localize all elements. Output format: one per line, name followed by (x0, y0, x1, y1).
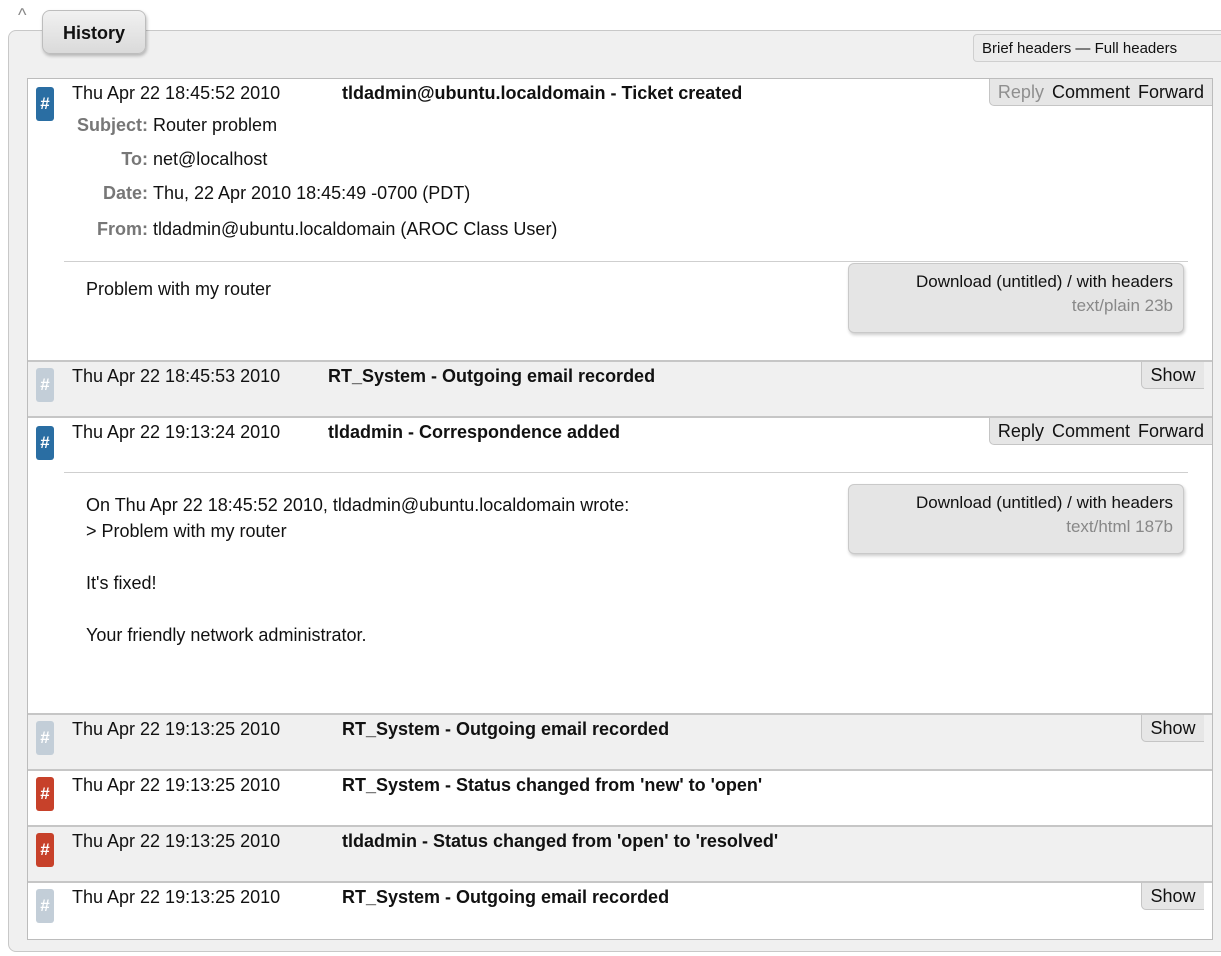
transaction-timestamp: Thu Apr 22 19:13:25 2010 (72, 887, 281, 907)
header-divider (64, 472, 1188, 473)
transaction-actions: Reply Comment Forward (988, 79, 1212, 106)
transaction-description: RT_System - Outgoing email recorded (342, 887, 670, 907)
transaction-badge-icon[interactable]: # (36, 889, 54, 923)
header-from: From: tldadmin@ubuntu.localdomain (AROC C… (0, 219, 557, 240)
transaction-timestamp: Thu Apr 22 19:13:25 2010 (72, 719, 281, 739)
transaction-correspondence: # Thu Apr 22 19:13:24 2010 tldadmin - Co… (28, 418, 1212, 715)
show-button[interactable]: Show (1141, 883, 1204, 910)
header-value: net@localhost (153, 149, 268, 169)
attachment-meta: text/html 187b (1066, 517, 1173, 536)
header-to: To: net@localhost (0, 149, 267, 170)
header-date: Date: Thu, 22 Apr 2010 18:45:49 -0700 (PD… (0, 183, 470, 204)
header-value: Thu, 22 Apr 2010 18:45:49 -0700 (PDT) (153, 183, 471, 203)
transaction-description: tldadmin - Status changed from 'open' to… (342, 831, 779, 851)
history-tab[interactable]: History (42, 10, 146, 54)
header-toggle: Brief headers — Full headers (973, 34, 1221, 62)
transaction-badge-icon[interactable]: # (36, 426, 54, 460)
comment-button[interactable]: Comment (1048, 79, 1134, 105)
download-link[interactable]: Download (untitled) / with headers (849, 270, 1173, 294)
show-button[interactable]: Show (1141, 362, 1204, 389)
transaction-outgoing-email: # Thu Apr 22 19:13:25 2010 RT_System - O… (28, 715, 1212, 771)
transaction-actions: Reply Comment Forward (988, 418, 1212, 445)
transaction-description: RT_System - Outgoing email recorded (342, 719, 670, 739)
transaction-timestamp: Thu Apr 22 18:45:52 2010 (72, 83, 281, 103)
transaction-badge-icon[interactable]: # (36, 833, 54, 867)
comment-button[interactable]: Comment (1048, 418, 1134, 444)
header-key: Date: (102, 183, 148, 203)
collapse-history-icon[interactable]: ^ (18, 6, 26, 24)
transaction-badge-icon[interactable]: # (36, 721, 54, 755)
attachment-meta: text/plain 23b (1071, 296, 1173, 315)
transaction-list: # Thu Apr 22 18:45:52 2010 tldadmin@ubun… (27, 78, 1213, 940)
download-link[interactable]: Download (untitled) / with headers (849, 491, 1173, 515)
forward-button[interactable]: Forward (1134, 418, 1208, 444)
header-toggle-separator: — (1071, 40, 1095, 57)
download-attachment: Download (untitled) / with headers text/… (848, 263, 1184, 333)
transaction-description: tldadmin - Correspondence added (328, 422, 621, 442)
header-key: Subject: (76, 115, 148, 135)
transaction-timestamp: Thu Apr 22 18:45:53 2010 (72, 366, 281, 386)
download-attachment: Download (untitled) / with headers text/… (848, 484, 1184, 554)
transaction-ticket-created: # Thu Apr 22 18:45:52 2010 tldadmin@ubun… (28, 79, 1212, 362)
transaction-outgoing-email: # Thu Apr 22 19:13:25 2010 RT_System - O… (28, 883, 1212, 939)
header-key: To: (121, 149, 148, 169)
header-divider (64, 261, 1188, 262)
header-key: From: (97, 219, 148, 239)
transaction-badge-icon[interactable]: # (36, 777, 54, 811)
transaction-status-change: # Thu Apr 22 19:13:25 2010 tldadmin - St… (28, 827, 1212, 883)
reply-button[interactable]: Reply (994, 418, 1048, 444)
reply-button[interactable]: Reply (994, 79, 1048, 105)
full-headers-link[interactable]: Full headers (1095, 40, 1178, 57)
transaction-timestamp: Thu Apr 22 19:13:25 2010 (72, 831, 281, 851)
transaction-timestamp: Thu Apr 22 19:13:24 2010 (72, 422, 281, 442)
show-button[interactable]: Show (1141, 715, 1204, 742)
transaction-badge-icon[interactable]: # (36, 368, 54, 402)
message-body: Problem with my router (86, 279, 272, 299)
transaction-timestamp: Thu Apr 22 19:13:25 2010 (72, 775, 281, 795)
forward-button[interactable]: Forward (1134, 79, 1208, 105)
transaction-description: RT_System - Outgoing email recorded (328, 366, 656, 386)
brief-headers-link[interactable]: Brief headers (982, 40, 1071, 57)
transaction-description: RT_System - Status changed from 'new' to… (342, 775, 763, 795)
transaction-status-change: # Thu Apr 22 19:13:25 2010 RT_System - S… (28, 771, 1212, 827)
transaction-outgoing-email: # Thu Apr 22 18:45:53 2010 RT_System - O… (28, 362, 1212, 418)
header-value: tldadmin@ubuntu.localdomain (AROC Class … (153, 219, 558, 239)
message-body: On Thu Apr 22 18:45:52 2010, tldadmin@ub… (86, 495, 630, 645)
header-subject: Subject: Router problem (0, 115, 277, 136)
transaction-description: tldadmin@ubuntu.localdomain - Ticket cre… (342, 83, 743, 103)
header-value: Router problem (153, 115, 278, 135)
